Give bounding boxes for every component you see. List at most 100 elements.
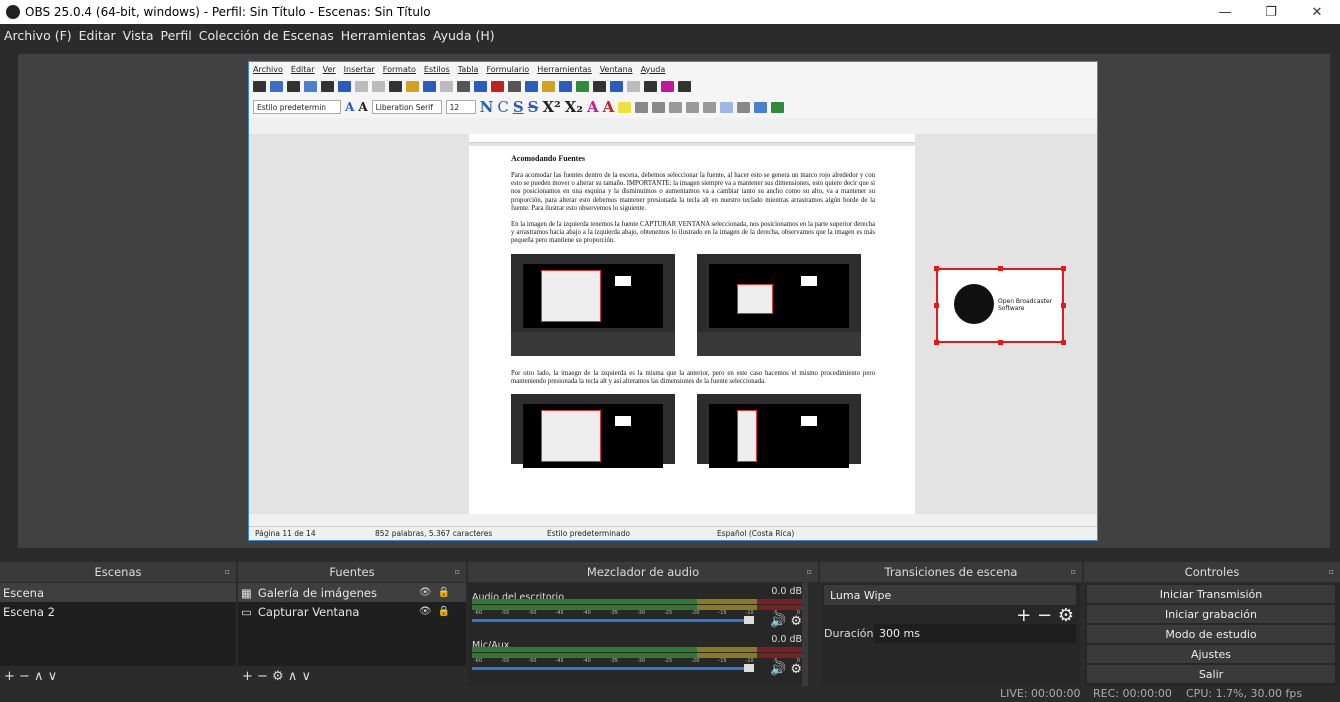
screenshot-thumbnail	[697, 253, 861, 356]
doc-paragraph: Por otro lado, la imaegn de la izquierda…	[511, 369, 875, 385]
meter-scale-label: -55	[501, 658, 510, 664]
language: Español (Costa Rica)	[717, 529, 795, 538]
mixer-scrollbar[interactable]	[802, 583, 808, 686]
export-icon	[304, 80, 317, 92]
start-recording-button[interactable]: Iniciar grabación	[1087, 605, 1335, 623]
writer-menu-item: Herramientas	[537, 64, 592, 74]
pilcrow-icon	[491, 80, 504, 92]
volume-meter	[472, 599, 802, 604]
menu-herramientas[interactable]: Herramientas	[341, 28, 426, 43]
meter-scale-label: -20	[691, 658, 700, 664]
indent-icon	[771, 101, 785, 113]
spellcheck-icon	[474, 80, 487, 92]
mixer-title: Mezclador de audio	[586, 565, 700, 579]
writer-menu-item: Insertar	[343, 64, 375, 74]
textbox-icon	[559, 80, 572, 92]
resize-handle[interactable]	[934, 303, 939, 308]
font-size-box: 12	[445, 100, 476, 114]
dock-float-icon[interactable]: ▫	[455, 567, 460, 576]
resize-handle[interactable]	[998, 266, 1003, 271]
bold-icon: N	[479, 98, 494, 116]
window-title: OBS 25.0.4 (64-bit, windows) - Perfil: S…	[25, 5, 431, 19]
cpu-fps: CPU: 1.7%, 30.00 fps	[1186, 687, 1303, 700]
minimize-button[interactable]: —	[1202, 0, 1248, 24]
sources-footer[interactable]: + − ⚙ ∧ ∨	[238, 666, 466, 686]
menu-ayuda[interactable]: Ayuda (H)	[433, 28, 495, 43]
studio-mode-button[interactable]: Modo de estudio	[1087, 625, 1335, 643]
print-icon	[321, 80, 334, 92]
dock-float-icon[interactable]: ▫	[1071, 567, 1076, 576]
track-db: 0.0 dB	[771, 634, 802, 645]
ruler	[469, 134, 915, 143]
dock-float-icon[interactable]: ▫	[1329, 567, 1334, 576]
sources-list: ▦ Galería de imágenes 👁🔒 ▭ Capturar Vent…	[238, 583, 466, 686]
scenes-dock-title: Escenas ▫	[0, 562, 236, 582]
meter-scale-label: -40	[582, 610, 591, 616]
preview-icon	[338, 80, 351, 92]
resize-handle[interactable]	[998, 340, 1003, 345]
menu-coleccion-escenas[interactable]: Colección de Escenas	[199, 28, 334, 43]
doc-heading: Acomodando Fuentes	[511, 154, 586, 163]
resize-handle[interactable]	[1061, 303, 1066, 308]
mute-and-settings-icons[interactable]: 🔊 ⚙	[770, 662, 802, 677]
menu-archivo[interactable]: Archivo (F)	[4, 28, 72, 43]
scene-item[interactable]: Escena 2	[0, 602, 236, 621]
menu-perfil[interactable]: Perfil	[161, 28, 192, 43]
strikethrough-icon: S	[527, 98, 539, 116]
close-button[interactable]: ✕	[1294, 0, 1340, 24]
meter-scale-label: -25	[664, 658, 673, 664]
title-bar: OBS 25.0.4 (64-bit, windows) - Perfil: S…	[0, 0, 1340, 24]
word-count: 852 palabras, 5.367 caracteres	[375, 529, 493, 538]
dock-float-icon[interactable]: ▫	[225, 567, 230, 576]
subscript-icon: X₂	[564, 98, 583, 116]
volume-slider[interactable]	[472, 667, 748, 670]
image-source-selected[interactable]: Open Broadcaster Software	[934, 266, 1066, 345]
duration-label: Duración	[824, 627, 874, 640]
preview-canvas[interactable]: Archivo Editar Ver Insertar Formato Esti…	[18, 54, 1330, 548]
obs-logo-icon	[954, 284, 994, 324]
writer-menu-item: Archivo	[253, 64, 283, 74]
source-item[interactable]: ▦ Galería de imágenes 👁🔒	[238, 583, 466, 602]
paste-icon	[389, 80, 402, 92]
mute-and-settings-icons[interactable]: 🔊 ⚙	[770, 614, 802, 629]
scenes-footer[interactable]: + − ∧ ∨	[0, 666, 236, 686]
audio-mixer: Audio del escritorio 0.0 dB -60 -55 -50 -45…	[468, 583, 808, 686]
writer-menu-item: Ayuda	[640, 64, 666, 74]
meter-scale-label: -60	[474, 610, 483, 616]
resize-handle[interactable]	[1061, 266, 1066, 271]
volume-slider-handle[interactable]	[744, 664, 754, 672]
menu-vista[interactable]: Vista	[123, 28, 154, 43]
source-item[interactable]: ▭ Capturar Ventana 👁🔒	[238, 602, 466, 621]
resize-handle[interactable]	[1061, 340, 1066, 345]
add-remove-transition-icons[interactable]: + − ⚙	[1016, 605, 1074, 626]
start-streaming-button[interactable]: Iniciar Transmisión	[1087, 585, 1335, 603]
exit-button[interactable]: Salir	[1087, 665, 1335, 683]
visibility-lock-icons[interactable]: 👁🔒	[419, 606, 456, 617]
meter-scale-label: -50	[528, 658, 537, 664]
undo-icon	[423, 80, 436, 92]
resize-handle[interactable]	[934, 340, 939, 345]
page-style: Estilo predeterminado	[547, 529, 630, 538]
visibility-lock-icons[interactable]: 👁🔒	[419, 587, 456, 598]
writer-menu-item: Estilos	[423, 64, 450, 74]
volume-slider-handle[interactable]	[744, 616, 754, 624]
volume-slider[interactable]	[472, 619, 748, 622]
scene-item[interactable]: Escena	[0, 583, 236, 602]
dock-float-icon[interactable]: ▫	[807, 567, 812, 576]
maximize-button[interactable]: ❐	[1248, 0, 1294, 24]
obs-logo-line: Open Broadcaster	[998, 298, 1053, 305]
screenshot-pair	[511, 253, 875, 356]
settings-button[interactable]: Ajustes	[1087, 645, 1335, 663]
font-name-box: Liberation Serif	[371, 100, 442, 114]
writer-menu-bar: Archivo Editar Ver Insertar Formato Esti…	[249, 62, 1097, 76]
save-icon	[287, 80, 300, 92]
resize-handle[interactable]	[934, 266, 939, 271]
meter-scale-label: -30	[636, 658, 646, 664]
underline-icon: S	[512, 98, 524, 116]
meter-scale-label: -25	[664, 610, 673, 616]
sources-dock-title: Fuentes ▫	[238, 562, 466, 582]
transition-select[interactable]: Luma Wipe	[824, 585, 1076, 605]
duration-input[interactable]: 300 ms	[874, 624, 1076, 643]
menu-editar[interactable]: Editar	[79, 28, 116, 43]
align-right-icon	[703, 101, 717, 113]
